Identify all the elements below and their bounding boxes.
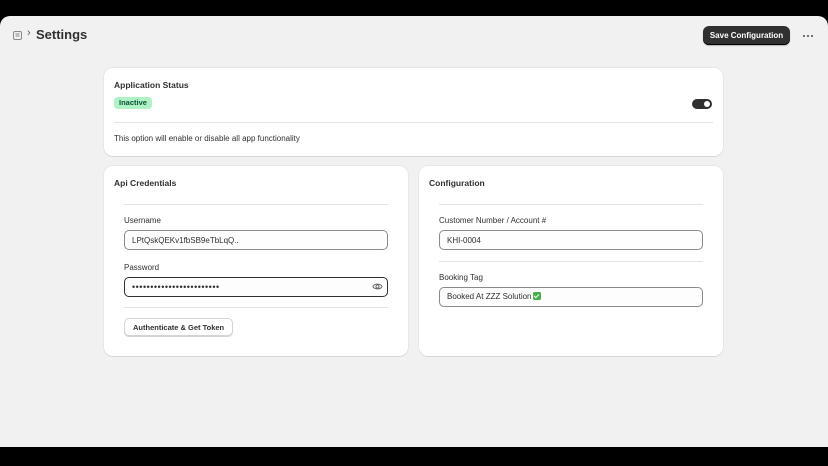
configuration-card: Configuration Customer Number / Account … bbox=[419, 166, 723, 356]
check-mark-emoji-icon bbox=[532, 292, 541, 300]
booking-tag-value: Booked At ZZZ Solution bbox=[447, 292, 532, 301]
password-label: Password bbox=[124, 263, 160, 272]
customer-number-input[interactable] bbox=[439, 230, 703, 250]
authenticate-get-token-button[interactable]: Authenticate & Get Token bbox=[124, 318, 234, 336]
status-badge: Inactive bbox=[114, 97, 152, 109]
booking-tag-input[interactable]: Booked At ZZZ Solution bbox=[439, 287, 703, 307]
card-title: Application Status bbox=[114, 80, 189, 90]
page-title: Settings bbox=[36, 27, 88, 42]
divider bbox=[114, 122, 713, 123]
more-horizontal-icon[interactable] bbox=[800, 26, 816, 45]
customer-number-label: Customer Number / Account # bbox=[439, 216, 547, 225]
divider bbox=[439, 261, 703, 262]
divider bbox=[124, 204, 388, 205]
api-credentials-card: Api Credentials Username Password Authen… bbox=[104, 166, 408, 356]
page-header: › Settings Save Configuration bbox=[0, 16, 828, 56]
save-configuration-button[interactable]: Save Configuration bbox=[703, 26, 790, 45]
card-title: Configuration bbox=[429, 178, 485, 188]
card-title: Api Credentials bbox=[114, 178, 177, 188]
booking-tag-label: Booking Tag bbox=[439, 273, 483, 282]
help-text: This option will enable or disable all a… bbox=[114, 134, 300, 143]
username-input[interactable] bbox=[124, 230, 388, 250]
app-icon[interactable] bbox=[13, 31, 22, 40]
application-status-card: Application Status Inactive This option … bbox=[104, 68, 723, 156]
chevron-right-icon: › bbox=[27, 27, 31, 39]
divider bbox=[439, 204, 703, 205]
username-label: Username bbox=[124, 216, 161, 225]
app-frame: › Settings Save Configuration Applicatio… bbox=[0, 16, 828, 447]
app-status-toggle[interactable] bbox=[692, 99, 712, 109]
eye-icon[interactable] bbox=[372, 281, 383, 292]
toggle-knob bbox=[704, 101, 710, 107]
password-input[interactable] bbox=[124, 277, 388, 297]
divider bbox=[124, 307, 388, 308]
